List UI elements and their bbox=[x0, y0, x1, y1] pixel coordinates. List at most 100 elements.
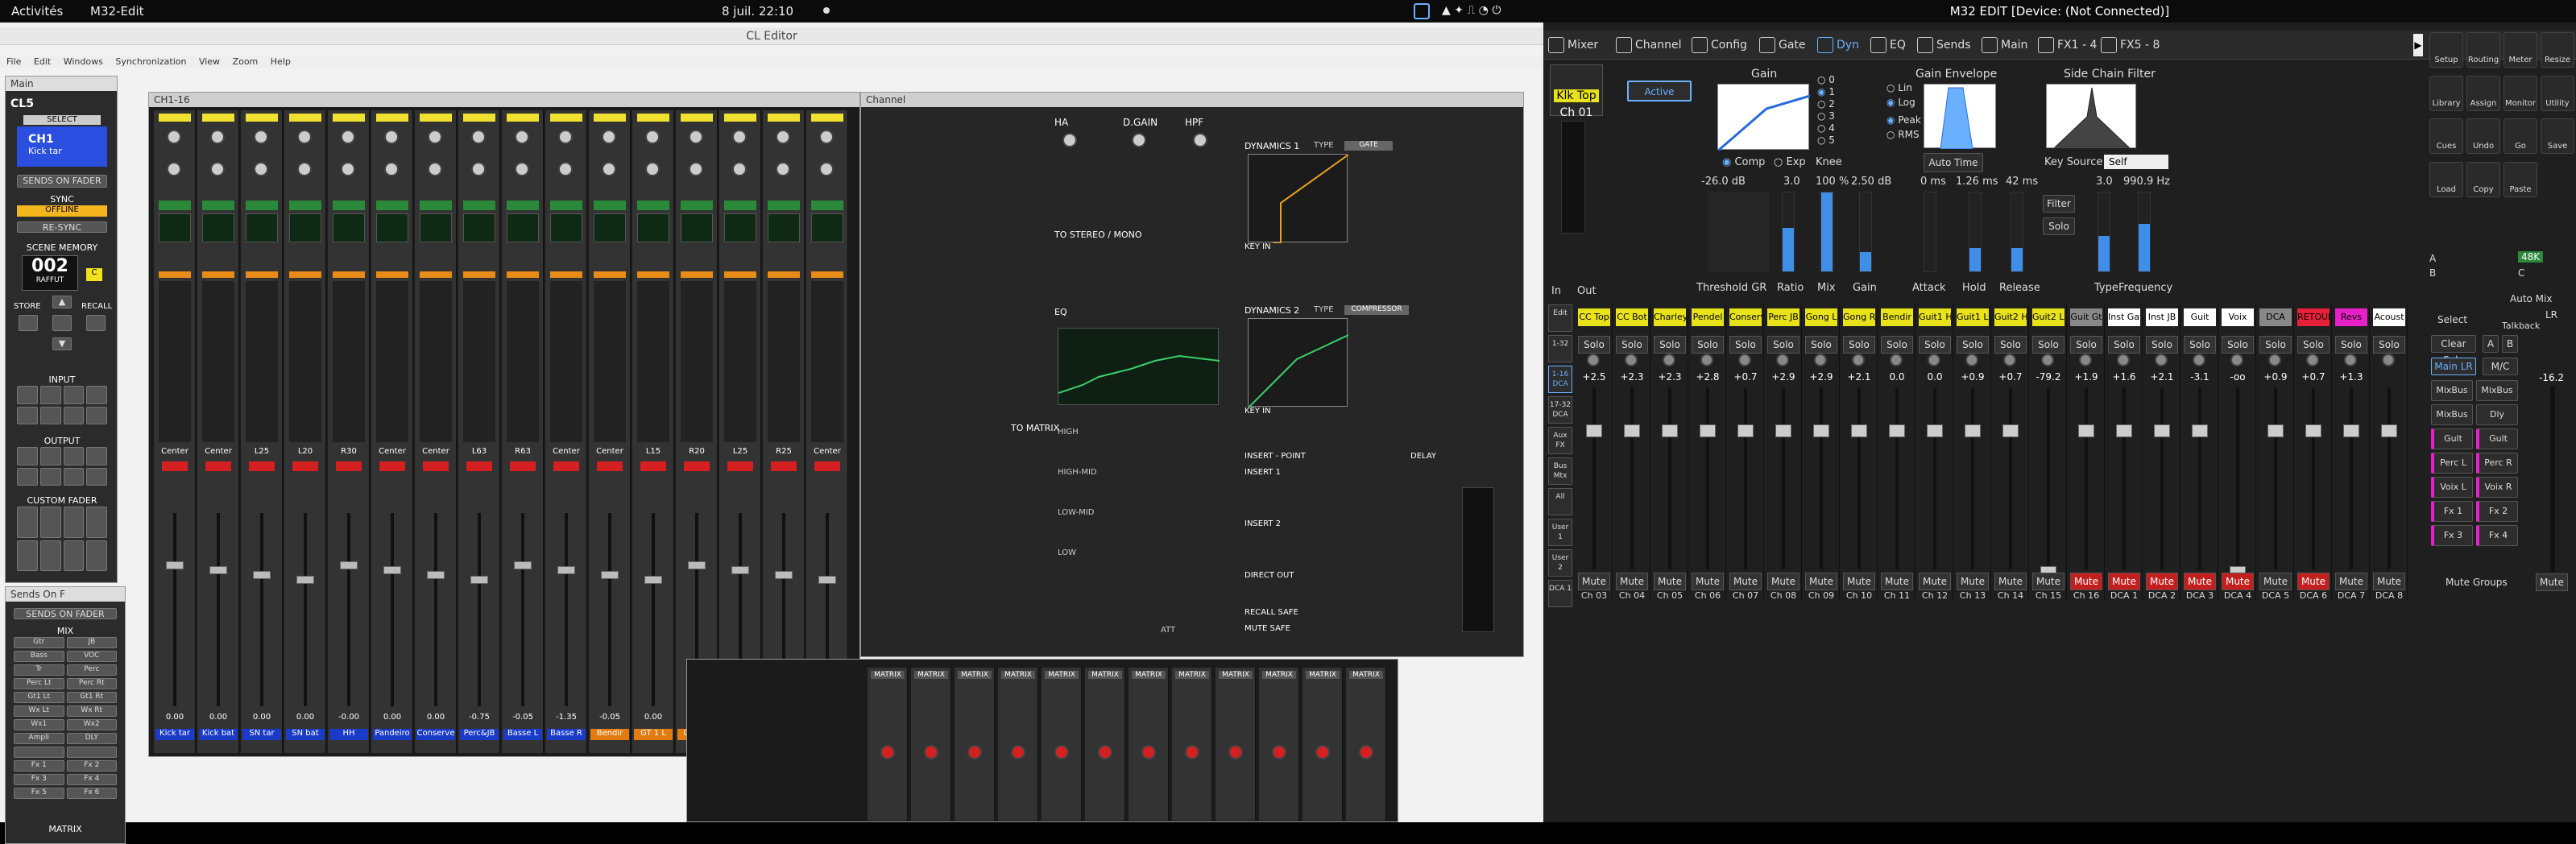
eq-button[interactable] bbox=[159, 201, 191, 210]
fader-track[interactable] bbox=[2198, 387, 2201, 569]
hpf-freq-knob[interactable] bbox=[1193, 133, 1207, 147]
strip-on-button[interactable] bbox=[507, 114, 539, 122]
eq-button[interactable] bbox=[811, 201, 843, 210]
pan-knob[interactable] bbox=[1776, 354, 1789, 366]
mix-send-button[interactable]: Ampli bbox=[14, 733, 64, 744]
talkback-a-button[interactable]: A bbox=[2483, 335, 2499, 353]
eq-thumb[interactable] bbox=[768, 213, 800, 242]
fader-track[interactable] bbox=[2085, 387, 2088, 569]
custom-fader-2[interactable] bbox=[39, 507, 61, 538]
strip-on-button[interactable] bbox=[811, 114, 843, 122]
pan-knob[interactable] bbox=[2268, 354, 2281, 366]
channel-name[interactable]: Basse L bbox=[503, 729, 542, 740]
pan-knob[interactable] bbox=[254, 162, 268, 176]
fader-cap[interactable] bbox=[1662, 424, 1678, 437]
gain-knob[interactable] bbox=[341, 130, 355, 144]
master-mute-button[interactable]: Mute bbox=[2536, 573, 2568, 591]
mute-button[interactable]: Mute bbox=[1692, 573, 1724, 590]
scene-down-button[interactable]: ▼ bbox=[52, 337, 72, 350]
eq-button[interactable] bbox=[376, 201, 408, 210]
tool-undo-button[interactable]: Undo bbox=[2466, 118, 2500, 154]
menu-view[interactable]: View bbox=[199, 56, 220, 67]
send-bar[interactable] bbox=[724, 271, 756, 278]
gain-knob[interactable] bbox=[210, 130, 225, 144]
eq-thumb[interactable] bbox=[507, 213, 539, 242]
mute-button[interactable]: Mute bbox=[2222, 573, 2254, 590]
input-bank-6[interactable] bbox=[39, 406, 61, 424]
strip-on-button[interactable] bbox=[463, 114, 495, 122]
strip-name[interactable]: Inst Gat bbox=[2108, 308, 2140, 326]
fader-track[interactable] bbox=[173, 513, 176, 706]
fader-cap[interactable] bbox=[209, 566, 227, 574]
fader-cap[interactable] bbox=[253, 571, 271, 579]
fader-track[interactable] bbox=[2160, 387, 2164, 569]
strip-on-button[interactable] bbox=[333, 114, 365, 122]
send-area[interactable] bbox=[202, 281, 234, 442]
strip-on-button[interactable] bbox=[768, 114, 800, 122]
gain-knob[interactable] bbox=[515, 130, 529, 144]
bus-button[interactable]: MixBus bbox=[2431, 380, 2473, 401]
strip-on-button[interactable] bbox=[246, 114, 278, 122]
tool-assign-button[interactable]: Assign bbox=[2466, 75, 2500, 111]
fader-cap[interactable] bbox=[2078, 424, 2094, 437]
on-button[interactable] bbox=[684, 461, 710, 471]
fader-track[interactable] bbox=[1895, 387, 1899, 569]
gain-knob[interactable] bbox=[471, 130, 486, 144]
solo-button[interactable]: Solo bbox=[1616, 336, 1648, 354]
fader-track[interactable] bbox=[565, 513, 568, 706]
clock[interactable]: 8 juil. 22:10 bbox=[722, 4, 793, 19]
eq-button[interactable] bbox=[333, 201, 365, 210]
send-bar[interactable] bbox=[376, 271, 408, 278]
pan-knob[interactable] bbox=[2382, 354, 2395, 366]
mute-button[interactable]: Mute bbox=[2297, 573, 2330, 590]
bus-button[interactable]: Voix R bbox=[2476, 477, 2518, 498]
eq-thumb[interactable] bbox=[159, 213, 191, 242]
on-button[interactable] bbox=[727, 461, 753, 471]
bus-button[interactable]: Dly bbox=[2476, 404, 2518, 425]
eq-thumb[interactable] bbox=[202, 213, 234, 242]
side-nav-button[interactable]: DCA 1 bbox=[1548, 580, 1572, 607]
pan-knob[interactable] bbox=[558, 162, 573, 176]
send-area[interactable] bbox=[246, 281, 278, 442]
bus-button[interactable]: Gult bbox=[2476, 428, 2518, 449]
fader-cap[interactable] bbox=[818, 576, 836, 584]
tool-copy-button[interactable]: Copy bbox=[2466, 161, 2500, 197]
send-bar[interactable] bbox=[463, 271, 495, 278]
strip-on-button[interactable] bbox=[637, 114, 669, 122]
mix-send-button[interactable]: Gt1 Rt bbox=[66, 692, 117, 703]
mute-button[interactable]: Mute bbox=[2108, 573, 2140, 590]
send-area[interactable] bbox=[420, 281, 452, 442]
fader-cap[interactable] bbox=[688, 561, 706, 569]
resync-button[interactable]: RE-SYNC bbox=[17, 221, 107, 233]
fader-track[interactable] bbox=[1933, 387, 1936, 569]
pan-knob[interactable] bbox=[689, 162, 703, 176]
fader-cap[interactable] bbox=[2381, 424, 2397, 437]
channel-name[interactable]: Kick bat bbox=[199, 729, 238, 740]
fader-track[interactable] bbox=[1630, 387, 1634, 569]
tool-load-button[interactable]: Load bbox=[2429, 161, 2463, 197]
solo-button[interactable]: Solo bbox=[1767, 336, 1799, 354]
mix-send-button[interactable]: Fx 6 bbox=[66, 788, 117, 799]
fader-track[interactable] bbox=[260, 513, 263, 706]
strip-name[interactable]: Guit bbox=[2184, 308, 2216, 326]
matrix-knob[interactable] bbox=[1185, 745, 1199, 759]
mix-send-button[interactable]: Fx 5 bbox=[14, 788, 64, 799]
dgain-knob[interactable] bbox=[1132, 133, 1146, 147]
bus-button[interactable]: Fx 1 bbox=[2431, 501, 2473, 522]
solo-button[interactable]: Solo bbox=[1957, 336, 1989, 354]
solo-button[interactable]: Solo bbox=[2259, 336, 2292, 354]
pan-knob[interactable] bbox=[2193, 354, 2205, 366]
bus-button[interactable]: Gult bbox=[2431, 428, 2473, 449]
fader-cap[interactable] bbox=[1775, 424, 1791, 437]
strip-name[interactable]: Gong R bbox=[1843, 308, 1875, 326]
send-bar[interactable] bbox=[333, 271, 365, 278]
mute-button[interactable]: Mute bbox=[1654, 573, 1686, 590]
strip-on-button[interactable] bbox=[289, 114, 321, 122]
mute-button[interactable]: Mute bbox=[2070, 573, 2102, 590]
bus-button[interactable]: Perc R bbox=[2476, 453, 2518, 474]
fader-cap[interactable] bbox=[427, 571, 445, 579]
mix-send-button[interactable]: DLY bbox=[66, 733, 117, 744]
send-area[interactable] bbox=[724, 281, 756, 442]
fader-cap[interactable] bbox=[2267, 424, 2284, 437]
main-lr-button[interactable]: Main LR bbox=[2431, 358, 2476, 375]
